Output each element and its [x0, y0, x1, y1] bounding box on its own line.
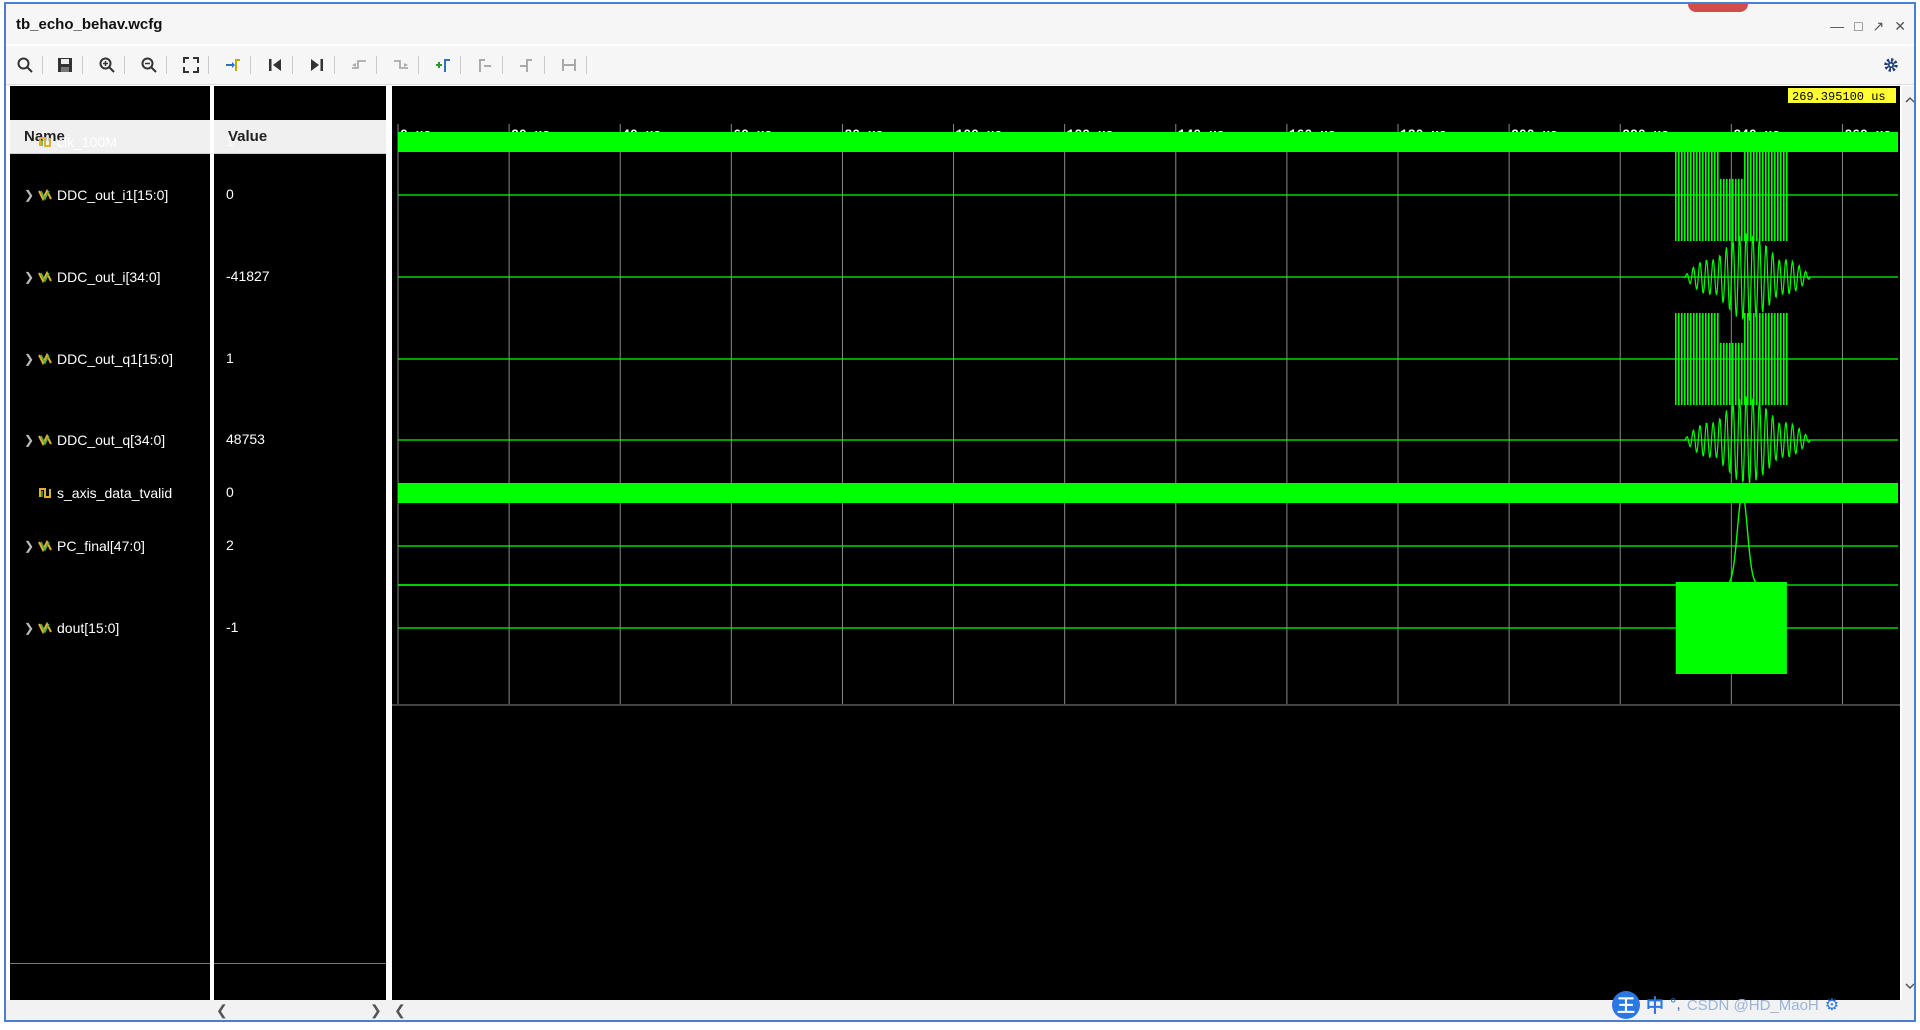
ime-logo-icon[interactable]: 王 [1612, 991, 1640, 1019]
expand-chevron-icon[interactable]: ❯ [20, 621, 38, 635]
waveform-panel[interactable]: 0 us20 us40 us60 us80 us100 us120 us140 … [392, 86, 1900, 1004]
expand-chevron-icon[interactable]: ❯ [20, 539, 38, 553]
float-icon[interactable]: ↗ [1873, 18, 1885, 35]
go-to-cursor-icon[interactable] [222, 54, 244, 76]
go-to-start-icon[interactable] [264, 54, 286, 76]
toolbar [6, 46, 1914, 85]
settings-tray-icon[interactable]: ⚙ [1825, 995, 1839, 1015]
signal-row[interactable]: clk_100M [10, 133, 220, 151]
bus-signal-icon [38, 622, 52, 634]
signal-value: 1 [226, 133, 234, 149]
signal-row[interactable]: ❯ DDC_out_q[34:0] [10, 431, 220, 449]
expand-chevron-icon[interactable]: ❯ [20, 433, 38, 447]
search-icon[interactable] [14, 54, 36, 76]
window-title: tb_echo_behav.wcfg [16, 16, 163, 33]
maximize-icon[interactable]: □ [1854, 18, 1862, 35]
zoom-in-icon[interactable] [96, 54, 118, 76]
clk-waveform[interactable] [398, 132, 1898, 152]
signal-name: DDC_out_i1[15:0] [57, 187, 169, 203]
name-panel: Name clk_100M ❯ DDC_out_i1[15:0] ❯ DDC_out_i… [10, 86, 210, 1004]
go-to-end-icon[interactable] [306, 54, 328, 76]
title-bar: tb_echo_behav.wcfg — □ ↗ ✕ [6, 4, 1914, 44]
zoom-fit-icon[interactable] [180, 54, 202, 76]
signal-row[interactable]: s_axis_data_tvalid [10, 484, 220, 502]
signal-name: dout[15:0] [57, 620, 120, 636]
bus-signal-icon [38, 353, 52, 365]
bus-signal-icon [38, 271, 52, 283]
scroll-left-icon[interactable]: ❮ [216, 1002, 228, 1019]
save-icon[interactable] [54, 54, 76, 76]
scroll-right-icon[interactable]: ❯ [370, 1002, 382, 1019]
close-icon[interactable]: ✕ [1894, 18, 1906, 35]
vertical-scrollbar[interactable] [1902, 86, 1914, 1000]
minimize-icon[interactable]: — [1830, 18, 1844, 35]
expand-chevron-icon[interactable]: ❯ [20, 270, 38, 284]
zoom-out-icon[interactable] [138, 54, 160, 76]
signal-row[interactable]: ❯ DDC_out_i[34:0] [10, 268, 220, 286]
swap-cursors-icon[interactable] [558, 54, 580, 76]
signal-name: DDC_out_i[34:0] [57, 269, 161, 285]
signal-row[interactable]: ❯ DDC_out_q1[15:0] [10, 350, 220, 368]
signal-value: 2 [226, 537, 234, 553]
expand-chevron-icon[interactable]: ❯ [20, 352, 38, 366]
dout-waveform[interactable] [1675, 582, 1787, 674]
system-tray: 王 中 °, CSDN @HD_MaoH ⚙ [1612, 990, 1839, 1020]
bus-signal-icon [38, 434, 52, 446]
window-drag-indicator [1688, 4, 1748, 12]
signal-value: -1 [226, 619, 239, 635]
signal-row[interactable]: ❯ DDC_out_i1[15:0] [10, 186, 220, 204]
signal-name: s_axis_data_tvalid [57, 485, 173, 501]
bit-signal-icon [39, 137, 51, 147]
signal-name: clk_100M [57, 134, 117, 150]
bus-signal-icon [38, 189, 52, 201]
signal-name: PC_final[47:0] [57, 538, 145, 554]
waveform-window: tb_echo_behav.wcfg — □ ↗ ✕ Name clk_100M… [4, 2, 1916, 1022]
next-transition-icon[interactable] [390, 54, 412, 76]
wave-scroll-left-icon[interactable]: ❮ [394, 1002, 406, 1019]
add-marker-icon[interactable] [432, 54, 454, 76]
signal-value: -41827 [226, 268, 270, 284]
tvalid-waveform[interactable] [398, 483, 1898, 503]
cursor-time-label: 269.395100 us [1792, 90, 1886, 104]
gear-icon[interactable] [1880, 54, 1902, 76]
previous-marker-icon[interactable] [474, 54, 496, 76]
next-marker-icon[interactable] [516, 54, 538, 76]
ime-mode-text[interactable]: 中 [1646, 992, 1664, 1018]
watermark: CSDN @HD_MaoH [1686, 996, 1819, 1014]
signal-name: DDC_out_q1[15:0] [57, 351, 173, 367]
value-column-header[interactable]: Value [214, 120, 386, 154]
signal-value: 0 [226, 186, 234, 202]
signal-value: 48753 [226, 431, 265, 447]
signal-name: DDC_out_q[34:0] [57, 432, 166, 448]
previous-transition-icon[interactable] [348, 54, 370, 76]
punctuation-icon[interactable]: °, [1670, 996, 1681, 1014]
signal-value: 1 [226, 350, 234, 366]
bit-signal-icon [39, 488, 51, 498]
window-controls: — □ ↗ ✕ [1830, 18, 1906, 35]
value-panel: Value 1 0 -41827 1 48753 0 2 -1 [214, 86, 386, 1004]
expand-chevron-icon[interactable]: ❯ [20, 188, 38, 202]
pc-final-waveform[interactable] [398, 491, 1773, 586]
bus-signal-icon [38, 540, 52, 552]
signal-row[interactable]: ❯ dout[15:0] [10, 619, 220, 637]
waveform-canvas[interactable]: 0 us20 us40 us60 us80 us100 us120 us140 … [392, 86, 1900, 1004]
signal-row[interactable]: ❯ PC_final[47:0] [10, 537, 220, 555]
signal-value: 0 [226, 484, 234, 500]
